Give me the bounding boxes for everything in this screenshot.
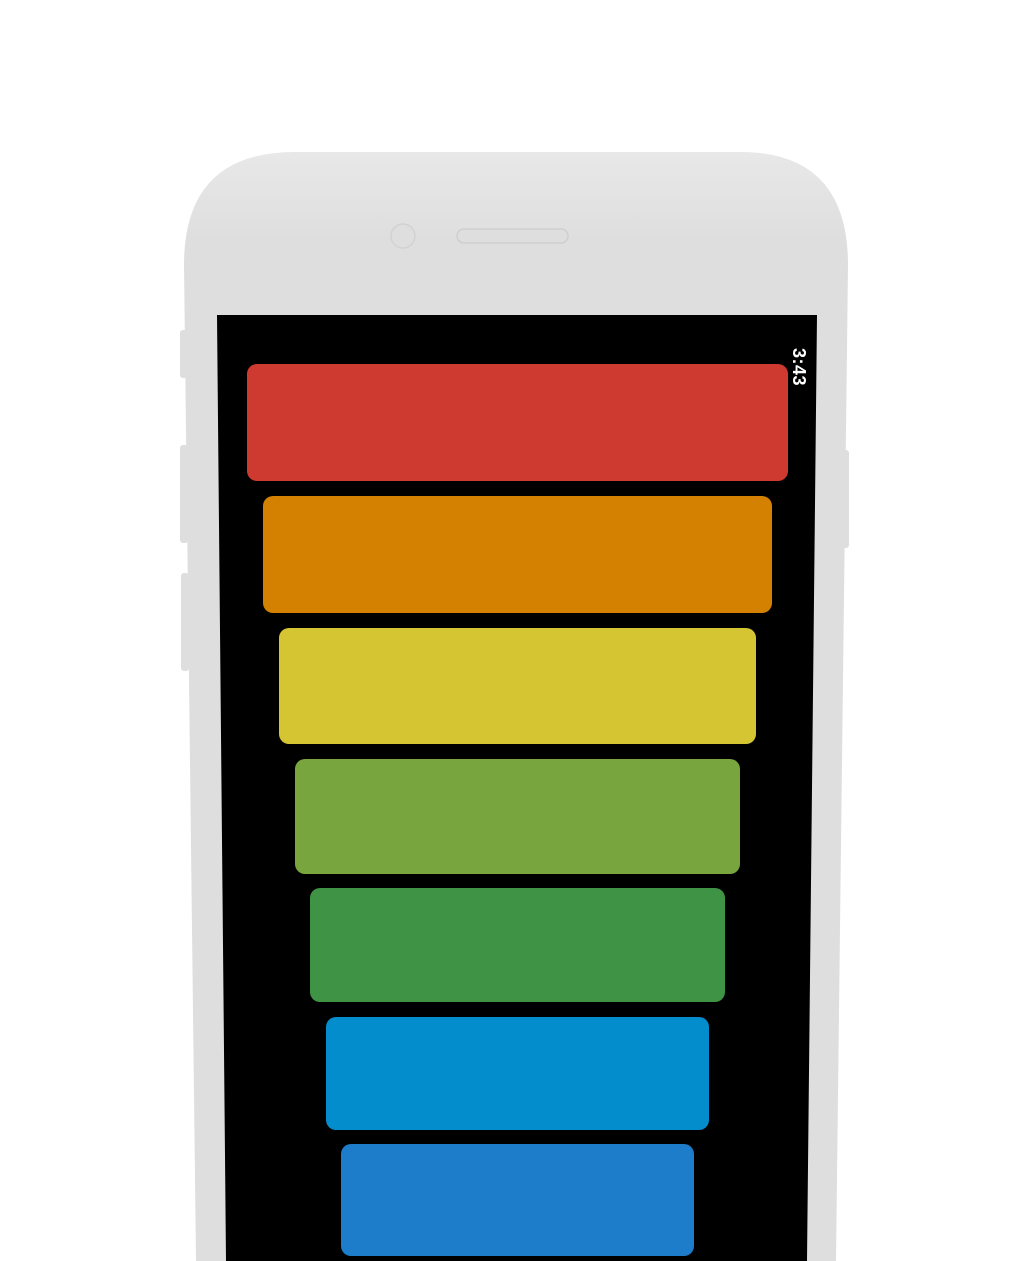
color-bar-green[interactable]	[310, 888, 725, 1002]
front-camera	[390, 223, 416, 249]
color-bar-orange[interactable]	[263, 496, 772, 613]
color-bar-light-green[interactable]	[295, 759, 740, 874]
stage: 3:43	[0, 0, 1029, 1261]
volume-down-button	[181, 573, 189, 671]
color-bar-blue[interactable]	[341, 1144, 694, 1256]
color-bar-yellow[interactable]	[279, 628, 756, 744]
color-bar-light-blue[interactable]	[326, 1017, 709, 1130]
earpiece-speaker	[456, 228, 569, 244]
color-bar-red[interactable]	[247, 364, 788, 481]
status-bar-time: 3:43	[789, 348, 809, 387]
